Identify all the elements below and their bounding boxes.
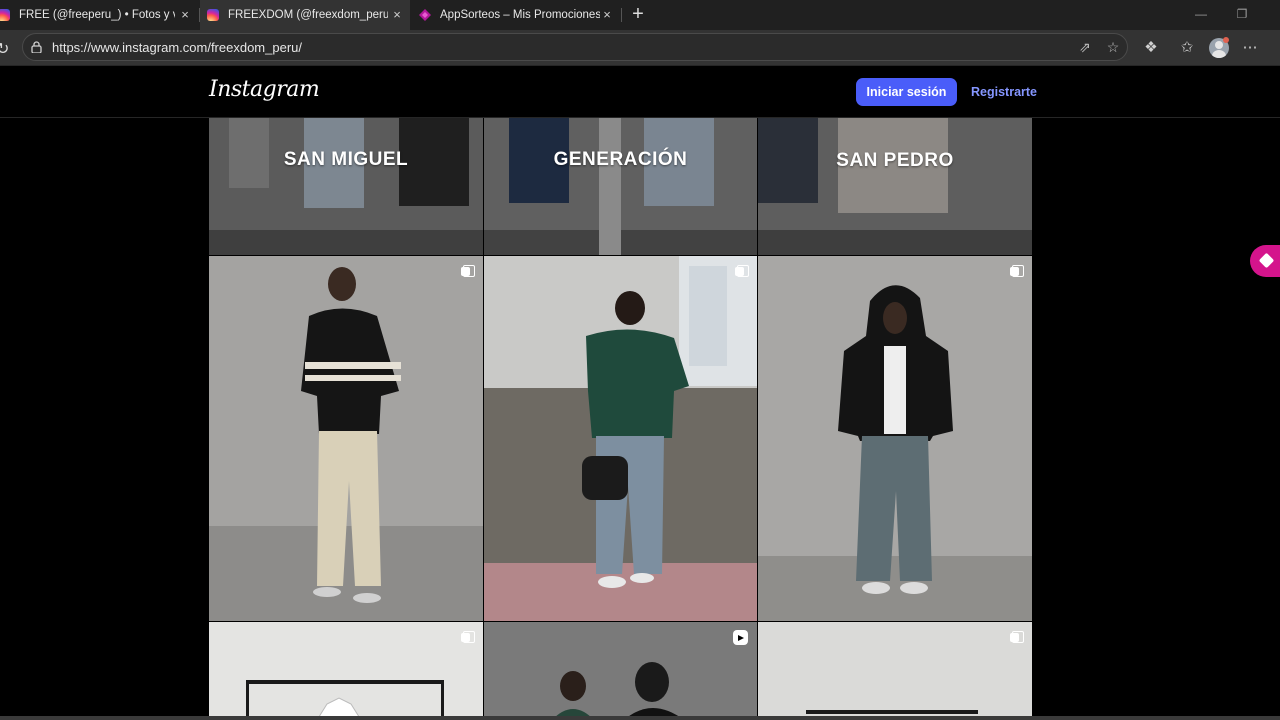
browser-tab-bar: FREE (@freeperu_) • Fotos y videos × FRE… — [0, 0, 1280, 30]
url-field[interactable]: https://www.instagram.com/freexdom_peru/… — [22, 33, 1128, 61]
favorites-icon[interactable]: ✩ — [1178, 39, 1196, 57]
grid-post[interactable]: GENERACIÓN — [484, 118, 757, 255]
login-button[interactable]: Iniciar sesión — [856, 78, 957, 106]
tab-free-peru[interactable]: FREE (@freeperu_) • Fotos y videos × — [0, 0, 194, 30]
post-banner-text: GENERACIÓN — [553, 149, 688, 170]
reload-icon[interactable]: ↻ — [0, 39, 10, 58]
new-tab-button[interactable]: + — [627, 4, 649, 26]
post-image — [484, 256, 757, 621]
post-banner-text: SAN MIGUEL — [283, 149, 409, 170]
reel-icon — [733, 630, 748, 645]
instagram-header: Instagram Iniciar sesión Registrarte — [0, 67, 1280, 118]
tab-label: AppSorteos – Mis Promociones — [440, 9, 600, 21]
post-image — [209, 118, 483, 255]
grid-post[interactable] — [758, 622, 1032, 720]
close-icon[interactable]: × — [600, 8, 614, 22]
appsorteos-icon — [419, 9, 431, 21]
instagram-icon — [207, 9, 219, 21]
tab-appsorteos[interactable]: AppSorteos – Mis Promociones × — [419, 0, 619, 30]
post-image — [209, 622, 483, 720]
post-image — [209, 256, 483, 621]
post-image — [758, 118, 1032, 255]
instagram-icon — [0, 9, 10, 21]
post-image — [758, 256, 1032, 621]
carousel-icon — [461, 631, 475, 643]
tab-label: FREEXDOM (@freexdom_peru) • Fotos y vide… — [228, 9, 388, 21]
address-bar: ↻ https://www.instagram.com/freexdom_per… — [0, 30, 1280, 66]
lock-icon — [31, 41, 42, 53]
carousel-icon — [461, 265, 475, 277]
close-icon[interactable]: × — [178, 8, 192, 22]
carousel-icon — [1010, 265, 1024, 277]
tab-label: FREE (@freeperu_) • Fotos y videos — [19, 9, 175, 21]
grid-post[interactable]: SAN MIGUEL — [209, 118, 483, 255]
grid-post[interactable] — [758, 256, 1032, 621]
tab-separator — [621, 8, 622, 22]
carousel-icon — [735, 265, 749, 277]
more-menu-icon[interactable]: ⋯ — [1241, 39, 1259, 57]
post-image — [484, 622, 757, 720]
posts-grid: SAN MIGUEL GENERACIÓN SAN PEDRO — [209, 118, 1032, 720]
signup-link[interactable]: Registrarte — [971, 85, 1037, 99]
url-text: https://www.instagram.com/freexdom_peru/ — [52, 40, 302, 55]
extensions-icon[interactable]: ❖ — [1142, 39, 1160, 57]
open-in-app-icon[interactable]: ⇗ — [1077, 39, 1093, 55]
instagram-logo[interactable]: Instagram — [209, 77, 320, 102]
notification-dot — [1223, 37, 1229, 43]
restore-icon[interactable]: ❐ — [1234, 6, 1250, 22]
close-icon[interactable]: × — [390, 8, 404, 22]
minimize-icon[interactable]: — — [1193, 6, 1209, 22]
tab-freexdom[interactable]: FREEXDOM (@freexdom_peru) • Fotos y vide… — [200, 0, 410, 30]
window-bottom-edge — [0, 716, 1280, 720]
post-image — [484, 118, 757, 255]
grid-post[interactable] — [484, 622, 757, 720]
grid-post[interactable] — [209, 622, 483, 720]
grid-post[interactable] — [209, 256, 483, 621]
grid-post[interactable]: SAN PEDRO — [758, 118, 1032, 255]
extension-sidebar-icon[interactable] — [1250, 245, 1280, 277]
grid-post[interactable] — [484, 256, 757, 621]
post-banner-text: SAN PEDRO — [836, 150, 954, 171]
carousel-icon — [1010, 631, 1024, 643]
favorite-star-icon[interactable]: ☆ — [1105, 39, 1121, 55]
post-image — [758, 622, 1032, 720]
